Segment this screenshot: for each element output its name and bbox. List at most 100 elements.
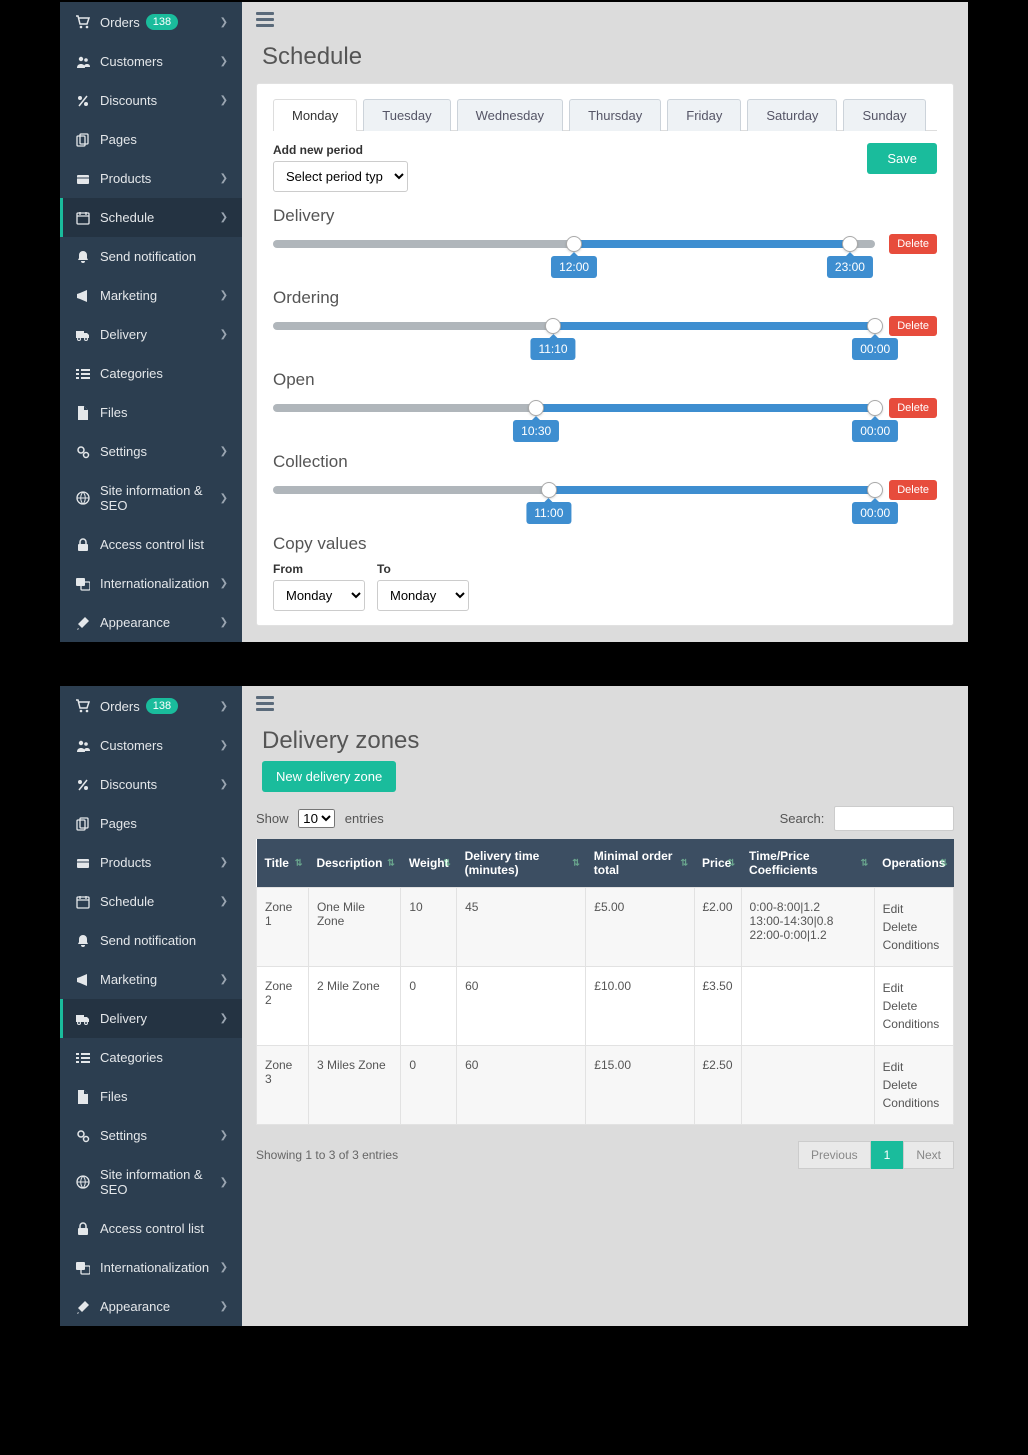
bell-icon bbox=[74, 250, 92, 264]
conditions-link[interactable]: Conditions bbox=[883, 1094, 945, 1112]
copy-values-title: Copy values bbox=[273, 534, 937, 554]
hamburger-icon[interactable] bbox=[256, 12, 274, 27]
column-header[interactable]: Weight⇅ bbox=[401, 839, 457, 888]
sidebar-item-marketing[interactable]: Marketing❯ bbox=[60, 276, 242, 315]
list-icon bbox=[74, 367, 92, 381]
column-header[interactable]: Delivery time (minutes)⇅ bbox=[457, 839, 586, 888]
chevron-right-icon: ❯ bbox=[220, 56, 228, 67]
sidebar-item-internationalization[interactable]: Internationalization❯ bbox=[60, 1248, 242, 1287]
sidebar-item-categories[interactable]: Categories bbox=[60, 1038, 242, 1077]
collection-slider[interactable]: 11:00 00:00 bbox=[273, 486, 875, 494]
column-header[interactable]: Description⇅ bbox=[308, 839, 400, 888]
sidebar-item-label: Appearance bbox=[100, 1299, 170, 1314]
conditions-link[interactable]: Conditions bbox=[883, 936, 945, 954]
slider-start-handle[interactable] bbox=[566, 236, 582, 252]
new-delivery-zone-button[interactable]: New delivery zone bbox=[262, 761, 396, 792]
sidebar-item-send-notification[interactable]: Send notification bbox=[60, 921, 242, 960]
sidebar-item-orders[interactable]: Orders138❯ bbox=[60, 2, 242, 42]
copy-to-select[interactable]: Monday bbox=[377, 580, 469, 611]
delete-period-button[interactable]: Delete bbox=[889, 316, 937, 336]
slider-end-handle[interactable] bbox=[867, 482, 883, 498]
save-button[interactable]: Save bbox=[867, 143, 937, 174]
copy-from-select[interactable]: Monday bbox=[273, 580, 365, 611]
tab-monday[interactable]: Monday bbox=[273, 99, 357, 131]
column-header[interactable]: Time/Price Coefficients⇅ bbox=[741, 839, 874, 888]
slider-start-handle[interactable] bbox=[541, 482, 557, 498]
slider-start-handle[interactable] bbox=[545, 318, 561, 334]
prev-page[interactable]: Previous bbox=[798, 1141, 871, 1169]
sidebar-item-schedule[interactable]: Schedule❯ bbox=[60, 198, 242, 237]
tab-wednesday[interactable]: Wednesday bbox=[457, 99, 563, 131]
delete-link[interactable]: Delete bbox=[883, 1076, 945, 1094]
sidebar-item-delivery[interactable]: Delivery❯ bbox=[60, 315, 242, 354]
sidebar-item-site-information-seo[interactable]: Site information & SEO❯ bbox=[60, 1155, 242, 1209]
conditions-link[interactable]: Conditions bbox=[883, 1015, 945, 1033]
tab-thursday[interactable]: Thursday bbox=[569, 99, 661, 131]
delete-link[interactable]: Delete bbox=[883, 997, 945, 1015]
search-input[interactable] bbox=[834, 806, 954, 831]
sidebar-item-products[interactable]: Products❯ bbox=[60, 159, 242, 198]
delivery-slider[interactable]: 12:00 23:00 bbox=[273, 240, 875, 248]
sidebar-item-settings[interactable]: Settings❯ bbox=[60, 1116, 242, 1155]
file-icon bbox=[74, 1090, 92, 1104]
column-header[interactable]: Minimal order total⇅ bbox=[586, 839, 694, 888]
tab-saturday[interactable]: Saturday bbox=[747, 99, 837, 131]
open-slider[interactable]: 10:30 00:00 bbox=[273, 404, 875, 412]
page-number[interactable]: 1 bbox=[871, 1141, 904, 1169]
sidebar-item-label: Appearance bbox=[100, 615, 170, 630]
sidebar-item-delivery[interactable]: Delivery❯ bbox=[60, 999, 242, 1038]
sidebar-item-files[interactable]: Files bbox=[60, 393, 242, 432]
chevron-right-icon: ❯ bbox=[220, 1130, 228, 1141]
sidebar-item-products[interactable]: Products❯ bbox=[60, 843, 242, 882]
column-header[interactable]: Operations⇅ bbox=[874, 839, 953, 888]
sidebar-item-pages[interactable]: Pages bbox=[60, 120, 242, 159]
sidebar-item-appearance[interactable]: Appearance❯ bbox=[60, 603, 242, 642]
sidebar-item-send-notification[interactable]: Send notification bbox=[60, 237, 242, 276]
delete-period-button[interactable]: Delete bbox=[889, 480, 937, 500]
sidebar-item-customers[interactable]: Customers❯ bbox=[60, 726, 242, 765]
sidebar-item-access-control-list[interactable]: Access control list bbox=[60, 525, 242, 564]
column-header[interactable]: Title⇅ bbox=[257, 839, 309, 888]
copy-from-label: From bbox=[273, 562, 365, 576]
sidebar-item-site-information-seo[interactable]: Site information & SEO❯ bbox=[60, 471, 242, 525]
edit-link[interactable]: Edit bbox=[883, 979, 945, 997]
copy-icon bbox=[74, 133, 92, 147]
slider-start-handle[interactable] bbox=[528, 400, 544, 416]
hamburger-icon[interactable] bbox=[256, 696, 274, 711]
sidebar-item-label: Pages bbox=[100, 816, 137, 831]
sidebar-item-settings[interactable]: Settings❯ bbox=[60, 432, 242, 471]
sidebar-item-internationalization[interactable]: Internationalization❯ bbox=[60, 564, 242, 603]
sidebar-item-marketing[interactable]: Marketing❯ bbox=[60, 960, 242, 999]
next-page[interactable]: Next bbox=[903, 1141, 954, 1169]
period-type-select[interactable]: Select period type... bbox=[273, 161, 408, 192]
tab-friday[interactable]: Friday bbox=[667, 99, 741, 131]
sidebar-item-discounts[interactable]: Discounts❯ bbox=[60, 765, 242, 804]
column-header[interactable]: Price⇅ bbox=[694, 839, 741, 888]
sidebar-item-appearance[interactable]: Appearance❯ bbox=[60, 1287, 242, 1326]
sidebar-item-schedule[interactable]: Schedule❯ bbox=[60, 882, 242, 921]
delete-period-button[interactable]: Delete bbox=[889, 234, 937, 254]
sidebar-item-files[interactable]: Files bbox=[60, 1077, 242, 1116]
delete-period-button[interactable]: Delete bbox=[889, 398, 937, 418]
slider-end-handle[interactable] bbox=[842, 236, 858, 252]
sidebar-item-pages[interactable]: Pages bbox=[60, 804, 242, 843]
edit-link[interactable]: Edit bbox=[883, 1058, 945, 1076]
sidebar-item-access-control-list[interactable]: Access control list bbox=[60, 1209, 242, 1248]
sidebar-item-label: Customers bbox=[100, 738, 163, 753]
sidebar-item-discounts[interactable]: Discounts❯ bbox=[60, 81, 242, 120]
main-content: Delivery zones New delivery zone Show 10… bbox=[242, 686, 968, 1326]
slider-end-handle[interactable] bbox=[867, 318, 883, 334]
slider-end-handle[interactable] bbox=[867, 400, 883, 416]
topbar bbox=[242, 2, 968, 37]
chevron-right-icon: ❯ bbox=[220, 212, 228, 223]
tab-tuesday[interactable]: Tuesday bbox=[363, 99, 450, 131]
edit-link[interactable]: Edit bbox=[883, 900, 945, 918]
page-size-select[interactable]: 10 bbox=[298, 809, 335, 828]
ordering-slider[interactable]: 11:10 00:00 bbox=[273, 322, 875, 330]
sidebar-item-orders[interactable]: Orders138❯ bbox=[60, 686, 242, 726]
sidebar-item-customers[interactable]: Customers❯ bbox=[60, 42, 242, 81]
delete-link[interactable]: Delete bbox=[883, 918, 945, 936]
tab-sunday[interactable]: Sunday bbox=[843, 99, 925, 131]
sidebar-item-categories[interactable]: Categories bbox=[60, 354, 242, 393]
box-icon bbox=[74, 856, 92, 870]
